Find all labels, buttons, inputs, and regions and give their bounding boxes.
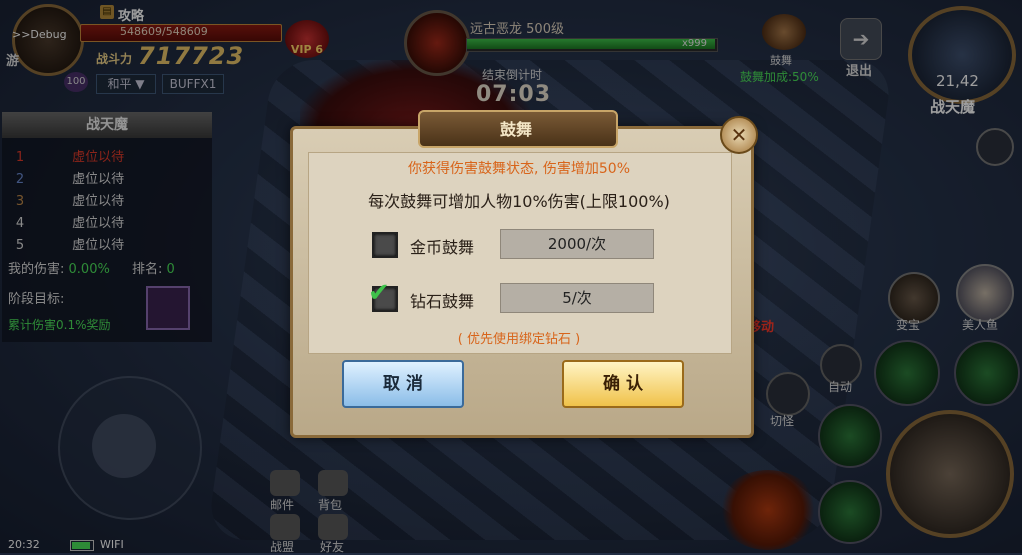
gold-encourage-cost: 2000/次 <box>500 229 654 259</box>
dialog-description-line: 每次鼓舞可增加人物10%伤害(上限100%) <box>368 192 670 211</box>
diamond-encourage-label: 钻石鼓舞 <box>410 292 475 311</box>
close-icon[interactable]: ✕ <box>720 116 758 154</box>
gold-encourage-label: 金币鼓舞 <box>410 238 475 257</box>
dialog-status-line: 你获得伤害鼓舞状态, 伤害增加50% <box>407 161 631 177</box>
gold-encourage-checkbox[interactable] <box>372 232 398 258</box>
checkmark-icon: ✔ <box>368 278 390 308</box>
dialog-title: 鼓舞 <box>499 120 532 139</box>
diamond-encourage-cost: 5/次 <box>500 283 654 313</box>
cancel-button[interactable]: 取 消 <box>342 360 464 408</box>
confirm-button[interactable]: 确 认 <box>562 360 684 408</box>
dialog-tip: ( 优先使用绑定钻石 ) <box>457 332 581 347</box>
